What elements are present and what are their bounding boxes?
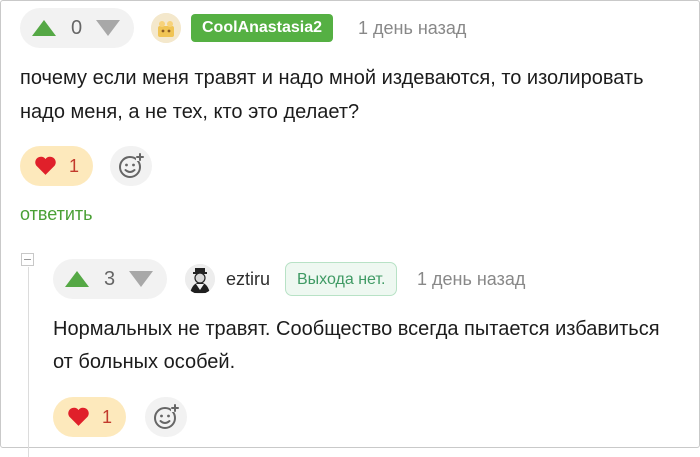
downvote-icon[interactable]: [129, 271, 153, 287]
reply-status-badge: Выхода нет.: [285, 262, 398, 296]
like-count: 1: [101, 406, 112, 427]
upvote-icon[interactable]: [65, 271, 89, 287]
comment-rating: 0: [71, 17, 83, 39]
reply-link[interactable]: ответить: [20, 204, 93, 225]
comment-time: 1 день назад: [358, 18, 467, 38]
comment-text-line-2: надо меня, а не тех, кто это делает?: [20, 101, 360, 123]
upvote-icon[interactable]: [32, 20, 56, 36]
comment-author[interactable]: CoolAnastasia2: [191, 14, 334, 42]
comment-rating-widget: 0: [20, 8, 134, 48]
downvote-icon[interactable]: [96, 20, 120, 36]
add-reaction-button[interactable]: [145, 397, 187, 437]
avatar-image: [151, 13, 181, 43]
like-count: 1: [68, 155, 79, 176]
like-button[interactable]: 1: [53, 397, 126, 437]
add-reaction-icon: [154, 404, 179, 429]
collapse-icon[interactable]: [21, 253, 34, 266]
add-reaction-button[interactable]: [110, 146, 152, 186]
reply-rating-widget: 3: [53, 259, 167, 299]
reply-author[interactable]: eztiru: [226, 268, 270, 290]
avatar[interactable]: [185, 264, 215, 294]
avatar[interactable]: [151, 13, 181, 43]
reply-text-line-1: Нормальных не травят. Сообщество всегда …: [53, 318, 660, 340]
reply-time: 1 день назад: [417, 269, 526, 289]
comment-text-line-1: почему если меня травят и надо мной изде…: [20, 67, 644, 89]
heart-icon: [35, 156, 56, 175]
avatar-image: [185, 264, 215, 294]
like-button[interactable]: 1: [20, 146, 93, 186]
add-reaction-icon: [119, 153, 144, 178]
heart-icon: [68, 407, 89, 426]
reply-rating: 3: [104, 268, 116, 290]
reply-text-line-2: от больных особей.: [53, 351, 236, 373]
thread-line: [28, 267, 29, 457]
